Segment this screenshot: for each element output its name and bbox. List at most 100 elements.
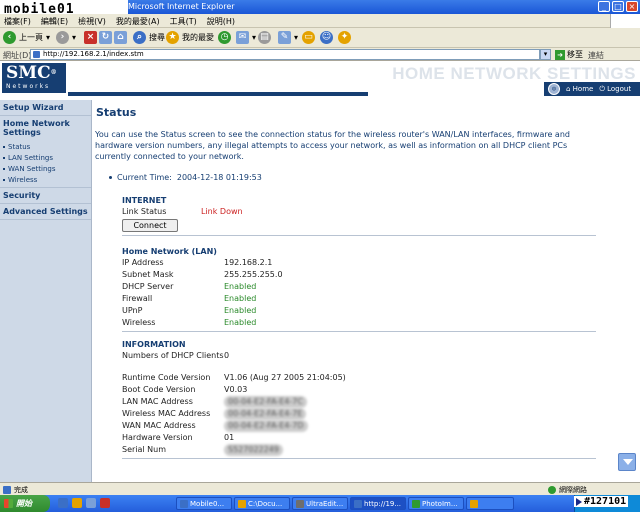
sidebar-security[interactable]: Security (0, 188, 91, 204)
information-section: INFORMATION Numbers of DHCP Clients 0 Ru… (122, 340, 596, 459)
info-row: WAN MAC Address 00-04-E2-FA-E4-7D (122, 420, 596, 432)
links-button[interactable]: 連結 (588, 50, 604, 61)
menu-file[interactable]: 檔案(F) (4, 16, 31, 27)
sidebar-item-status[interactable]: Status (0, 141, 91, 152)
scroll-down-button[interactable] (618, 453, 636, 471)
address-dropdown-icon[interactable]: ▾ (540, 49, 551, 60)
info-row: Serial Num S527022249 (122, 444, 596, 456)
info-row-value: S527022249 (224, 444, 283, 456)
forward-dropdown-icon: ▾ (72, 33, 77, 42)
taskbar-item[interactable]: PhotoIm... (408, 497, 464, 510)
menu-edit[interactable]: 編輯(E) (41, 16, 68, 27)
refresh-button[interactable]: ↻ (99, 31, 112, 44)
desktop-quicklaunch-icon[interactable] (86, 498, 96, 508)
info-row-value: V0.03 (224, 385, 248, 394)
start-button[interactable]: 開始 (0, 495, 50, 512)
sidebar-setup-wizard[interactable]: Setup Wizard (0, 100, 91, 116)
zone-text: 網際網路 (559, 486, 587, 494)
forward-button[interactable]: › ▾ (56, 31, 76, 44)
sidebar-item-label: LAN Settings (8, 153, 54, 162)
menu-favorites[interactable]: 我的最愛(A) (116, 16, 160, 27)
sidebar-item-wan-settings[interactable]: WAN Settings (0, 163, 91, 174)
home-icon: ⌂ (114, 31, 127, 44)
sidebar: Setup Wizard Home Network Settings Statu… (0, 100, 92, 482)
info-row: Numbers of DHCP Clients 0 (122, 350, 596, 372)
go-arrow-icon: ➜ (555, 49, 565, 60)
logout-link-label: Logout (607, 84, 632, 93)
research-button[interactable]: ✦ (338, 31, 351, 44)
info-row-label: Hardware Version (122, 433, 193, 442)
edit-dropdown-icon: ▾ (294, 33, 299, 42)
start-label: 開始 (16, 499, 32, 508)
top-nav: ◍ ⌂ Home ⏻ Logout (544, 82, 640, 96)
minimize-button[interactable]: _ (598, 1, 610, 12)
taskbar-item-label: http://19... (364, 499, 402, 508)
info-row-label: Serial Num (122, 445, 167, 454)
taskbar-item-label: PhotoIm... (422, 499, 458, 508)
sidebar-advanced-settings[interactable]: Advanced Settings (0, 204, 91, 220)
sidebar-item-lan-settings[interactable]: LAN Settings (0, 152, 91, 163)
window-title: Microsoft Internet Explorer (128, 2, 235, 11)
star-icon: ★ (166, 31, 179, 44)
refresh-icon: ↻ (99, 31, 112, 44)
sidebar-item-wireless[interactable]: Wireless (0, 174, 91, 185)
menu-bar: 檔案(F) 編輯(E) 檢視(V) 我的最愛(A) 工具(T) 說明(H) (0, 14, 640, 28)
taskbar-item[interactable]: C:\Docu... (234, 497, 290, 510)
messenger-button[interactable]: ☺ (320, 31, 333, 44)
address-input[interactable]: http://192.168.2.1/index.stm (30, 49, 540, 60)
folder-button[interactable]: ▭ (302, 31, 315, 44)
folder-quicklaunch-icon[interactable] (72, 498, 82, 508)
edit-button[interactable]: ✎ ▾ (278, 31, 298, 44)
app-icon (470, 499, 478, 508)
current-time: Current Time: 2004-12-18 01:19:53 (109, 173, 262, 182)
lan-row: Subnet Mask 255.255.255.0 (122, 269, 596, 281)
info-row-value: 00-04-E2-FA-E4-7C (224, 396, 307, 408)
mail-button[interactable]: ✉ ▾ (236, 31, 256, 44)
taskbar-item[interactable]: UltraEdit... (292, 497, 348, 510)
back-button[interactable]: ‹ 上一頁 ▾ (3, 31, 50, 44)
bullet-icon (3, 145, 5, 148)
history-button[interactable]: ◷ (218, 31, 231, 44)
print-button[interactable]: ▤ (258, 31, 271, 44)
info-row: Runtime Code Version V1.06 (Aug 27 2005 … (122, 372, 596, 384)
home-link-label: Home (572, 85, 594, 93)
main-content: Status You can use the Status screen to … (93, 96, 640, 482)
info-row: Boot Code Version V0.03 (122, 384, 596, 396)
info-row-label: Numbers of DHCP Clients (122, 351, 224, 360)
connect-button[interactable]: Connect (122, 219, 178, 232)
taskbar-item[interactable] (466, 497, 514, 510)
favorites-label: 我的最愛 (182, 33, 214, 42)
history-icon: ◷ (218, 31, 231, 44)
logout-link[interactable]: ⏻ Logout (599, 85, 631, 94)
home-button[interactable]: ⌂ (114, 31, 127, 44)
sidebar-home-network-settings[interactable]: Home Network Settings (0, 116, 91, 140)
menu-view[interactable]: 檢視(V) (78, 16, 106, 27)
lan-heading: Home Network (LAN) (122, 247, 217, 256)
lan-row: UPnP Enabled (122, 305, 596, 317)
menu-tools[interactable]: 工具(T) (170, 16, 197, 27)
taskbar-item[interactable]: Mobile0... (176, 497, 232, 510)
info-row-value: 00-04-E2-FA-E4-7E (224, 408, 307, 420)
taskbar-item-active[interactable]: http://19... (350, 497, 406, 510)
favorites-button[interactable]: ★ 我的最愛 (166, 31, 214, 44)
search-button[interactable]: ⌕ 搜尋 (133, 31, 165, 44)
bullet-icon (3, 156, 5, 159)
internet-heading: INTERNET (122, 196, 167, 205)
home-link[interactable]: ⌂ Home (566, 85, 593, 93)
page-icon (3, 486, 11, 494)
close-button[interactable]: × (626, 1, 638, 12)
go-button[interactable]: ➜ 移至 (555, 49, 583, 60)
section-divider (122, 235, 596, 236)
app-quicklaunch-icon[interactable] (100, 498, 110, 508)
stop-button[interactable]: × (84, 31, 97, 44)
sidebar-item-label: Wireless (8, 175, 38, 184)
edit-icon: ✎ (278, 31, 291, 44)
sidebar-submenu: Status LAN Settings WAN Settings Wireles… (0, 140, 91, 188)
address-bar: 網址(D) http://192.168.2.1/index.stm ▾ ➜ 移… (0, 48, 640, 61)
window-controls: _ □ × (598, 1, 638, 12)
maximize-button[interactable]: □ (612, 1, 624, 12)
menu-help[interactable]: 說明(H) (207, 16, 235, 27)
ie-quicklaunch-icon[interactable] (58, 498, 68, 508)
mail-icon: ✉ (236, 31, 249, 44)
lan-row-label: Subnet Mask (122, 270, 174, 279)
